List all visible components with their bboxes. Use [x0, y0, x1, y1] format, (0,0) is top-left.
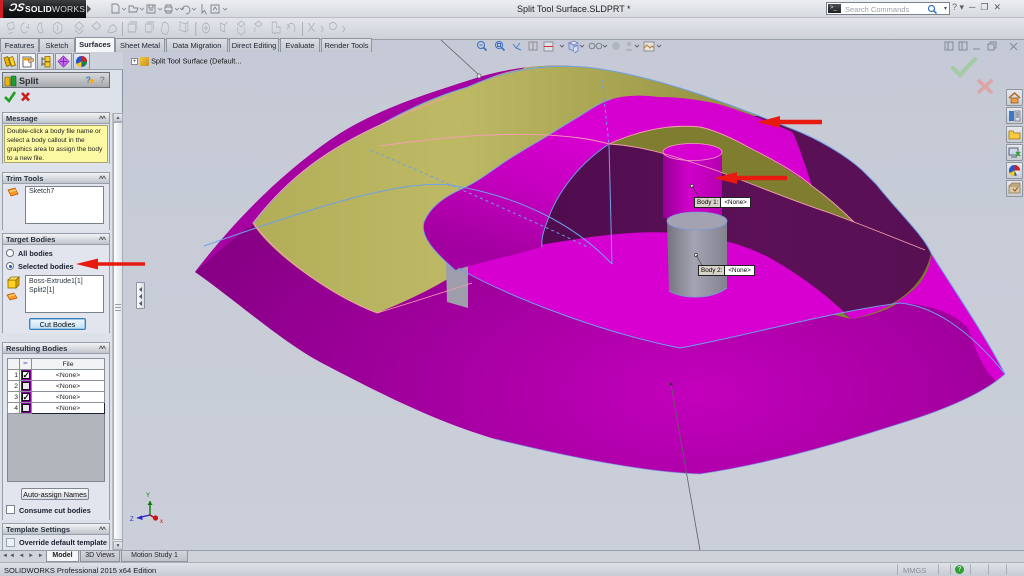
- svg-text:Y: Y: [146, 493, 150, 499]
- svg-text:Z: Z: [130, 517, 134, 523]
- svg-text:x: x: [160, 519, 163, 525]
